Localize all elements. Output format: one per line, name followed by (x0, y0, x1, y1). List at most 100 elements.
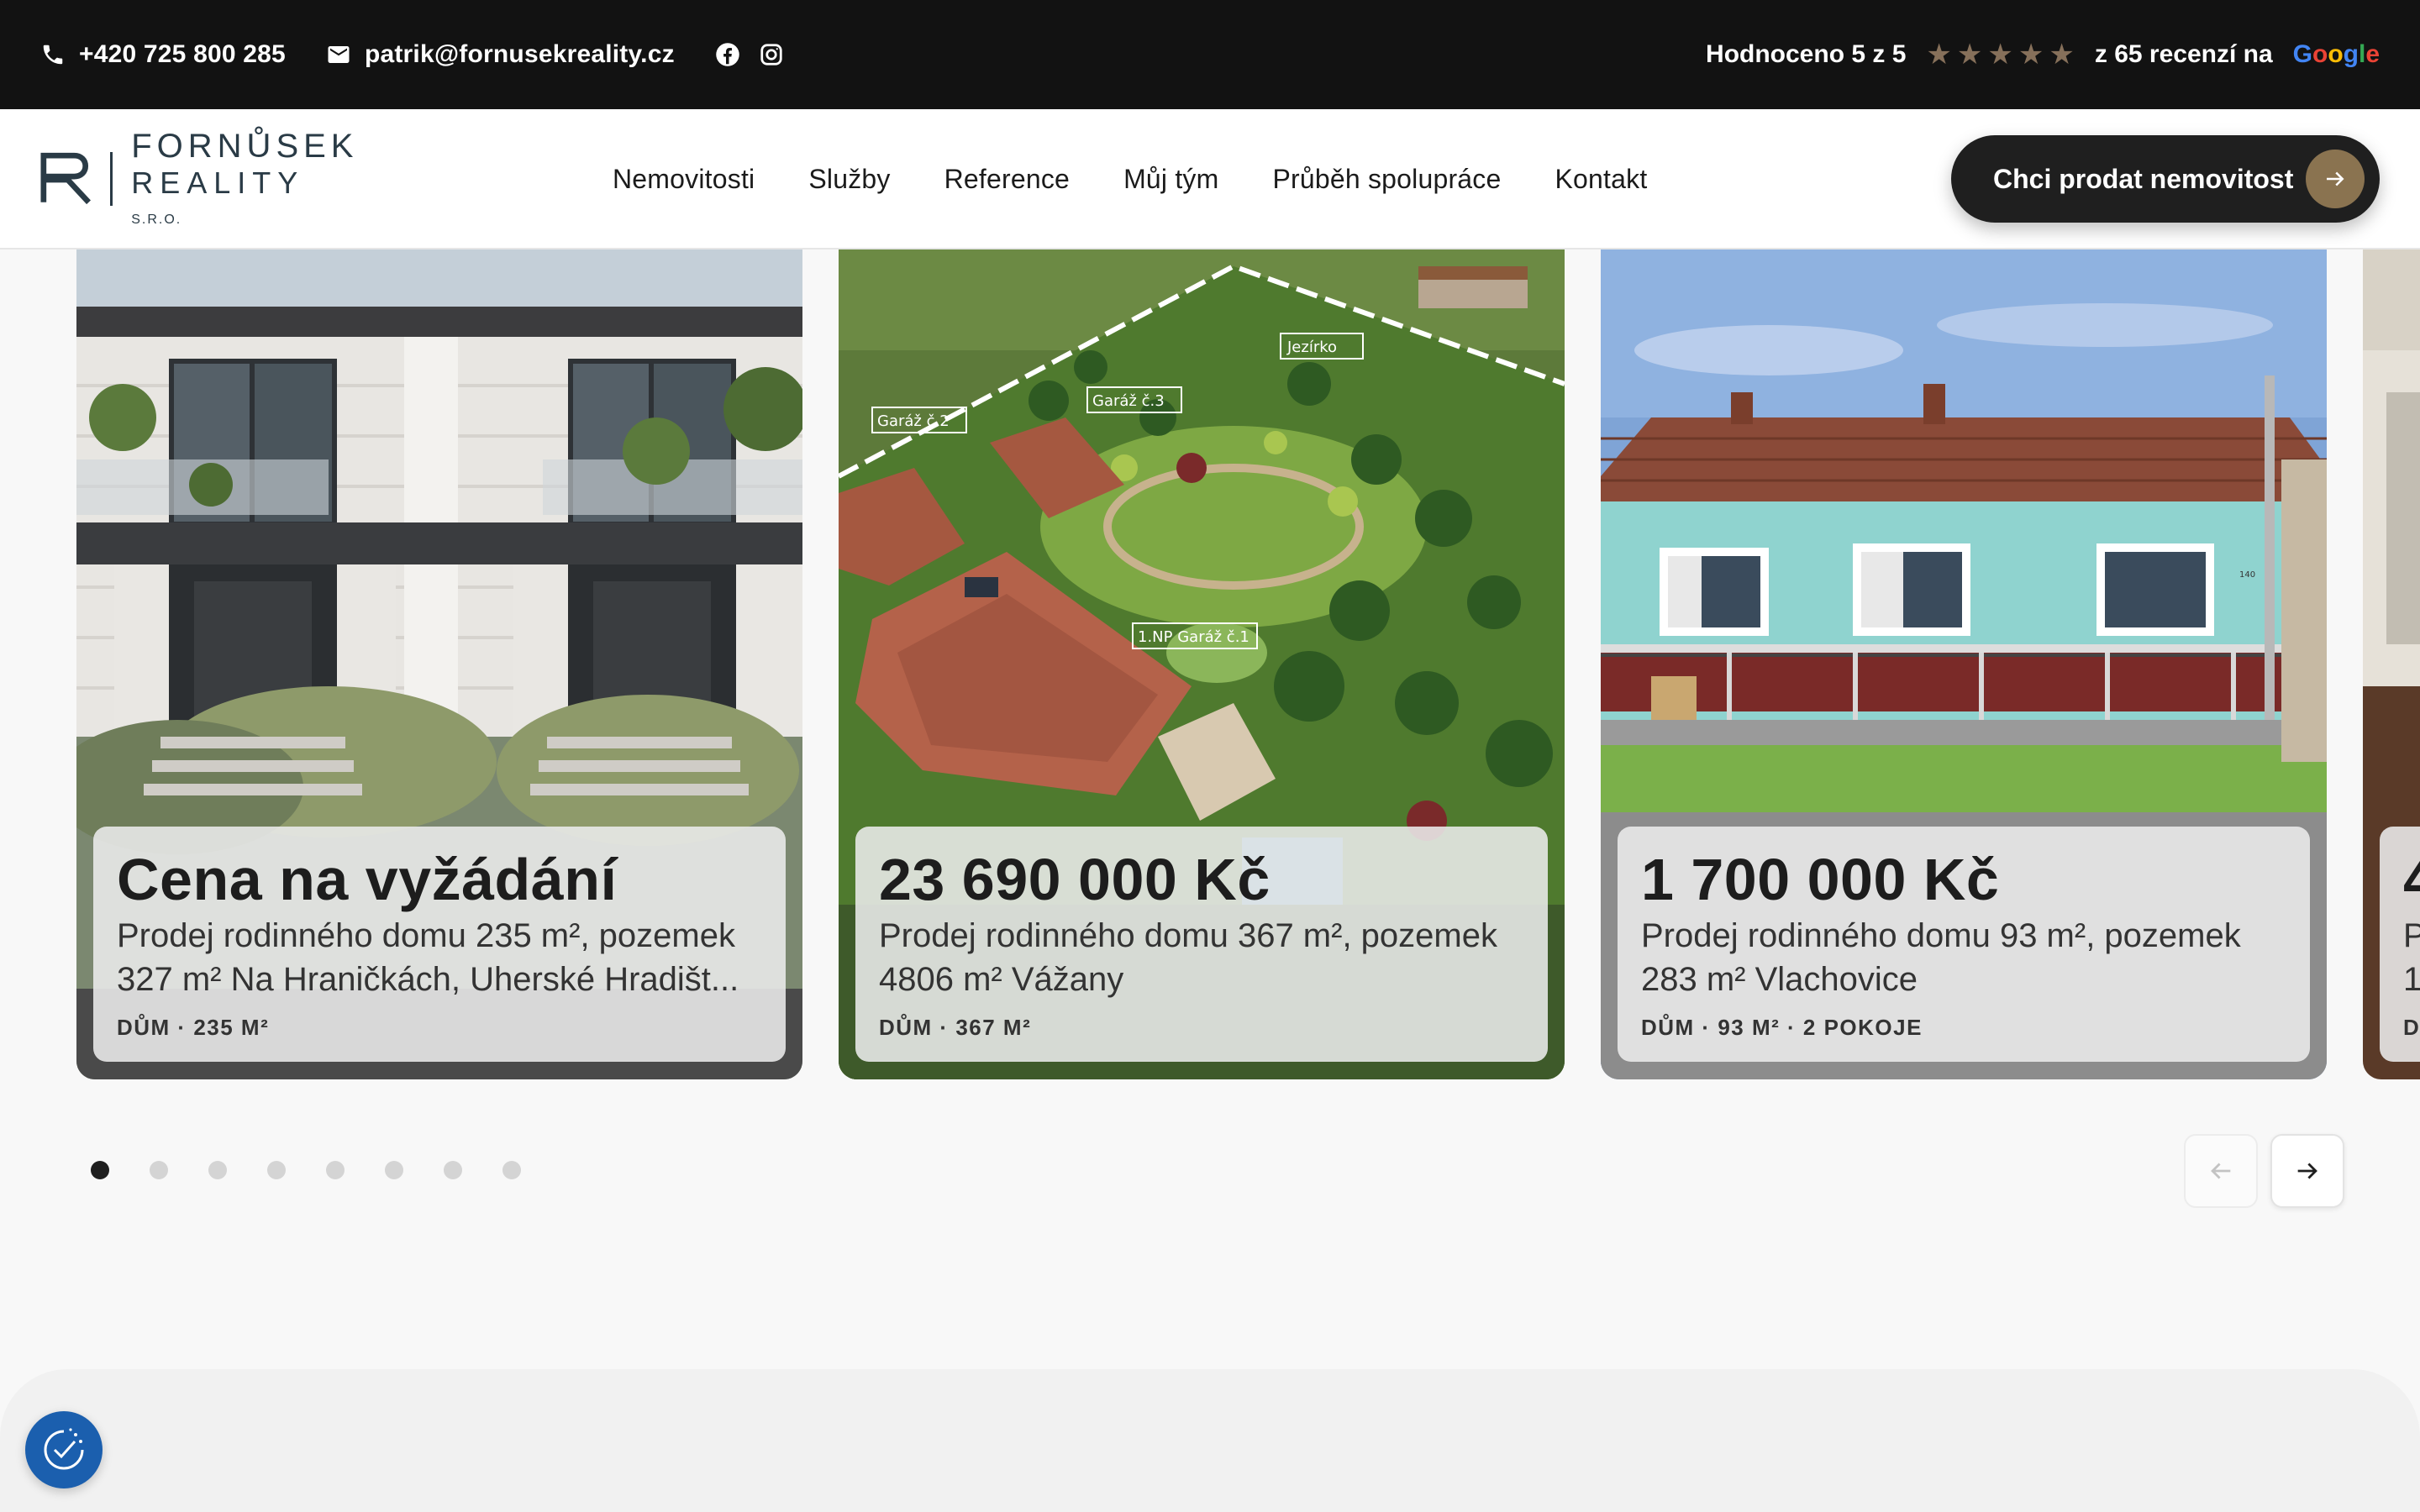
nav-item-kontakt[interactable]: Kontakt (1555, 164, 1648, 195)
social-links (715, 42, 784, 67)
listing-description: Prodej rodinného domu 367 m², pozemek 48… (879, 914, 1524, 1001)
listing-price: Cena na vyžádání (117, 847, 618, 912)
carousel-dot[interactable] (326, 1161, 345, 1179)
rating-summary: Hodnoceno 5 z 5 ★ ★ ★ ★ ★ z 65 recenzí n… (1706, 40, 2380, 69)
listing-meta: DŮM · 235 M² (117, 1015, 270, 1041)
reviews-suffix: recenzí na (2149, 40, 2273, 68)
listing-desc-line: 1 (2403, 961, 2420, 999)
logo-line2: REALITY S.R.O. (131, 165, 360, 228)
rating-stars: ★ ★ ★ ★ ★ (1926, 40, 2074, 69)
arrow-left-icon (2211, 1163, 2231, 1179)
facebook-icon[interactable] (715, 42, 740, 67)
google-letter: o (2328, 40, 2344, 68)
star-icon: ★ (1956, 39, 1983, 71)
email-address: patrik@fornusekreality.cz (364, 40, 675, 68)
nav-item-prubeh-spoluprace[interactable]: Průběh spolupráce (1272, 164, 1501, 195)
phone-icon (43, 45, 63, 65)
nav-item-reference[interactable]: Reference (944, 164, 1070, 195)
top-bar: +420 725 800 285 patrik@fornusekreality.… (0, 0, 2420, 109)
listing-info: 4 P 1 D (2380, 827, 2420, 1062)
photo-label: 1.NP Garáž č.1 (1138, 628, 1249, 646)
google-letter: o (2312, 40, 2328, 68)
photo-label: Jezírko (1286, 339, 1337, 356)
google-letter: e (2365, 40, 2380, 68)
listing-description: P 1 (2403, 914, 2420, 1001)
google-logo: Google (2293, 40, 2380, 69)
listing-info: 1 700 000 Kč Prodej rodinného domu 93 m²… (1618, 827, 2310, 1062)
listing-meta: DŮM · 93 M² · 2 POKOJE (1641, 1015, 1923, 1041)
logo-mark-icon (40, 152, 91, 204)
listing-desc-line: P (2403, 917, 2420, 955)
listing-info: 23 690 000 Kč Prodej rodinného domu 367 … (855, 827, 1548, 1062)
main-navbar: FORNŮSEK REALITY S.R.O. Nemovitosti Služ… (0, 109, 2420, 249)
logo-text: FORNŮSEK REALITY S.R.O. (131, 129, 360, 228)
listing-desc-line: 4806 m² Vážany (879, 961, 1124, 999)
reviews-text: z 65 recenzí na (2095, 40, 2273, 69)
phone-link[interactable]: +420 725 800 285 (40, 40, 286, 69)
listing-desc-line: 327 m² Na Hraničkách, Uherské Hradišt... (117, 961, 739, 999)
instagram-icon[interactable] (759, 42, 784, 67)
carousel-dot[interactable] (267, 1161, 286, 1179)
carousel-dot[interactable] (444, 1161, 462, 1179)
rating-text: Hodnoceno 5 z 5 (1706, 40, 1906, 69)
carousel-dot[interactable] (91, 1161, 109, 1179)
email-link[interactable]: patrik@fornusekreality.cz (326, 40, 675, 69)
carousel-dot[interactable] (502, 1161, 521, 1179)
star-icon: ★ (2049, 39, 2075, 71)
listing-desc-line: Prodej rodinného domu 235 m², pozemek (117, 917, 735, 955)
mail-icon (328, 46, 350, 63)
house-number: 140 (2239, 570, 2255, 580)
nav-item-muj-tym[interactable]: Můj tým (1123, 164, 1218, 195)
carousel-prev-button[interactable] (2184, 1134, 2258, 1208)
star-icon: ★ (1926, 39, 1952, 71)
phone-number: +420 725 800 285 (79, 40, 286, 68)
listings-carousel: Cena na vyžádání Prodej rodinného domu 2… (0, 249, 2420, 1081)
listing-card[interactable]: 140 1 700 000 Kč Prodej rodinného domu 9… (1601, 249, 2327, 1079)
logo-line1: FORNŮSEK (131, 127, 359, 165)
listing-info: Cena na vyžádání Prodej rodinného domu 2… (93, 827, 786, 1062)
listing-price: 1 700 000 Kč (1641, 847, 2000, 912)
nav-item-nemovitosti[interactable]: Nemovitosti (613, 164, 755, 195)
carousel-next-button[interactable] (2270, 1134, 2344, 1208)
carousel-pagination (91, 1161, 521, 1179)
arrow-right-icon (2297, 1163, 2317, 1179)
listing-meta: D (2403, 1015, 2420, 1041)
listing-description: Prodej rodinného domu 235 m², pozemek 32… (117, 914, 762, 1001)
listing-card[interactable]: Garáž č.2 Garáž č.3 Jezírko 1.NP Garáž č… (839, 249, 1565, 1079)
google-letter: G (2292, 40, 2312, 68)
listing-price: 4 (2403, 847, 2420, 912)
listing-desc-line: 283 m² Vlachovice (1641, 961, 1918, 999)
listing-price: 23 690 000 Kč (879, 847, 1270, 912)
next-section (0, 1369, 2420, 1512)
reviews-count: 65 (2114, 40, 2143, 68)
photo-label: Garáž č.2 (877, 412, 950, 430)
carousel-dot[interactable] (150, 1161, 168, 1179)
rating-prefix: Hodnoceno (1706, 40, 1845, 68)
nav-item-sluzby[interactable]: Služby (808, 164, 890, 195)
logo-divider (110, 151, 113, 206)
google-letter: g (2343, 40, 2359, 68)
arrow-right-icon (2306, 150, 2365, 208)
logo-line2-text: REALITY (131, 165, 304, 200)
listing-card[interactable]: Cena na vyžádání Prodej rodinného domu 2… (76, 249, 802, 1079)
cookie-settings-button[interactable] (25, 1411, 103, 1488)
listing-desc-line: Prodej rodinného domu 93 m², pozemek (1641, 917, 2241, 955)
main-menu: Nemovitosti Služby Reference Můj tým Prů… (613, 109, 1647, 249)
logo-suffix: S.R.O. (131, 212, 182, 227)
rating-value: 5 z 5 (1851, 40, 1907, 68)
listing-desc-line: Prodej rodinného domu 367 m², pozemek (879, 917, 1497, 955)
star-icon: ★ (2018, 39, 2044, 71)
sell-property-button[interactable]: Chci prodat nemovitost (1951, 135, 2380, 223)
site-logo[interactable]: FORNŮSEK REALITY S.R.O. (40, 129, 360, 228)
listing-card[interactable]: 4 P 1 D (2363, 249, 2420, 1079)
contact-info: +420 725 800 285 patrik@fornusekreality.… (40, 40, 784, 69)
carousel-dot[interactable] (208, 1161, 227, 1179)
cookie-consent-icon (44, 1428, 84, 1470)
listing-meta: DŮM · 367 M² (879, 1015, 1032, 1041)
reviews-prefix: z (2094, 40, 2107, 68)
star-icon: ★ (1987, 39, 2013, 71)
listing-description: Prodej rodinného domu 93 m², pozemek 283… (1641, 914, 2286, 1001)
carousel-dot[interactable] (385, 1161, 403, 1179)
cta-label: Chci prodat nemovitost (1993, 163, 2294, 194)
photo-label: Garáž č.3 (1092, 392, 1165, 410)
